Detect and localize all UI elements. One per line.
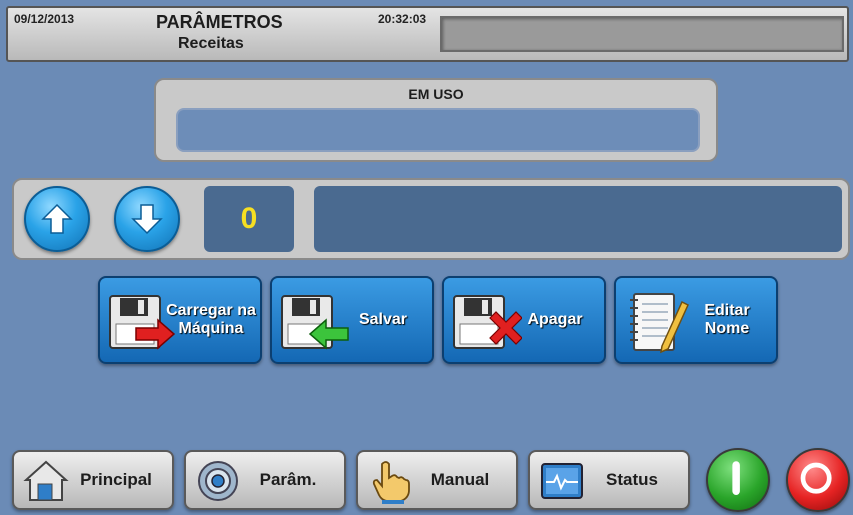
home-icon <box>23 460 69 501</box>
load-machine-label: Carregar na Máquina <box>166 301 256 337</box>
power-off-icon <box>800 462 832 494</box>
monitor-icon <box>541 463 583 499</box>
recipe-selector: 0 <box>12 178 850 260</box>
in-use-panel: EM USO <box>154 78 718 162</box>
save-button[interactable]: Salvar <box>270 276 434 364</box>
recipe-up-button[interactable] <box>24 186 90 252</box>
arrow-up-icon <box>41 203 73 234</box>
power-on-icon <box>732 461 740 495</box>
start-button[interactable] <box>706 448 770 512</box>
delete-button[interactable]: Apagar <box>442 276 606 364</box>
edit-name-label: Editar Nome <box>704 301 750 337</box>
nav-status-button[interactable]: Status <box>528 450 690 510</box>
load-machine-button[interactable]: Carregar na Máquina <box>98 276 262 364</box>
page-title: PARÂMETROS <box>156 12 283 32</box>
nav-param-label: Parâm. <box>259 470 317 489</box>
delete-label: Apagar <box>527 310 583 328</box>
header-bar: 09/12/2013 PARÂMETROS Receitas 20:32:03 <box>6 6 849 62</box>
stop-button[interactable] <box>786 448 850 512</box>
message-display <box>440 16 844 52</box>
date-display: 09/12/2013 <box>14 12 75 26</box>
nav-manual-button[interactable]: Manual <box>356 450 518 510</box>
in-use-field <box>176 108 700 152</box>
page-subtitle: Receitas <box>178 35 244 52</box>
in-use-label: EM USO <box>408 86 464 102</box>
nav-manual-label: Manual <box>430 470 490 489</box>
recipe-down-button[interactable] <box>114 186 180 252</box>
recipe-name-field[interactable] <box>314 186 842 252</box>
arrow-down-icon <box>131 204 163 235</box>
save-label: Salvar <box>358 310 408 328</box>
hand-icon <box>372 461 410 504</box>
time-display: 20:32:03 <box>378 12 427 26</box>
nav-principal-button[interactable]: Principal <box>12 450 174 510</box>
nav-principal-label: Principal <box>80 470 152 489</box>
nav-status-label: Status <box>606 470 658 489</box>
edit-name-button[interactable]: Editar Nome <box>614 276 778 364</box>
gear-icon <box>198 461 238 501</box>
recipe-number[interactable]: 0 <box>204 186 294 252</box>
nav-param-button[interactable]: Parâm. <box>184 450 346 510</box>
